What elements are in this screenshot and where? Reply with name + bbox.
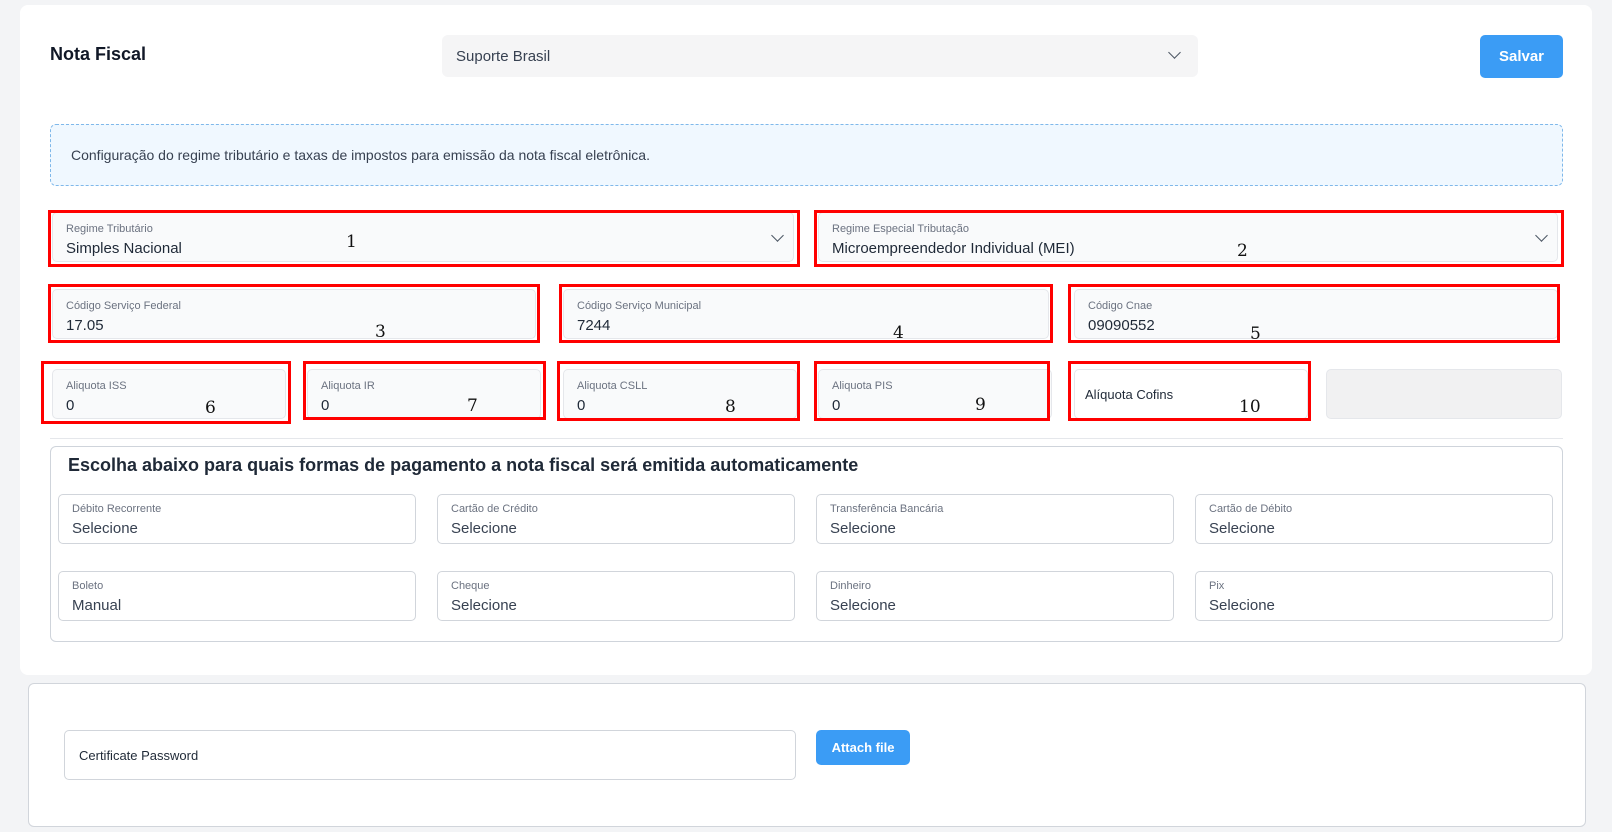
regime-especial-select[interactable]: Regime Especial Tributação Microempreend… [818,212,1558,262]
regime-especial-label: Regime Especial Tributação [832,223,969,235]
codigo-servico-municipal-label: Código Serviço Municipal [577,300,702,312]
payment-label: Cartão de Débito [1209,503,1293,515]
annotation-number-4: 4 [893,323,904,343]
cheque-select[interactable]: Cheque Selecione [437,571,795,621]
payment-value: Selecione [451,597,517,614]
annotation-number-2: 2 [1237,241,1248,261]
payment-section-title: Escolha abaixo para quais formas de paga… [68,455,859,475]
aliquota-csll-input[interactable]: Aliquota CSLL 0 [563,369,797,419]
aliquota-iss-label: Aliquota ISS [66,380,127,392]
chevron-down-icon [771,229,784,242]
company-select[interactable]: Suporte Brasil [442,35,1198,77]
payment-label: Débito Recorrente [72,503,162,515]
payment-value: Selecione [1209,520,1275,537]
transferencia-bancaria-select[interactable]: Transferência Bancária Selecione [816,494,1174,544]
payment-label: Dinheiro [830,580,871,592]
aliquota-pis-label: Aliquota PIS [832,380,893,392]
codigo-servico-municipal-value: 7244 [577,317,611,334]
aliquota-iss-input[interactable]: Aliquota ISS 0 [52,369,286,419]
payment-value: Selecione [830,520,896,537]
aliquota-pis-value: 0 [832,397,841,414]
regime-tributario-value: Simples Nacional [66,240,182,257]
annotation-number-7: 7 [467,396,478,416]
regime-tributario-select[interactable]: Regime Tributário Simples Nacional [52,212,794,262]
payment-value: Selecione [451,520,517,537]
pix-select[interactable]: Pix Selecione [1195,571,1553,621]
annotation-number-5: 5 [1250,324,1261,344]
save-button[interactable]: Salvar [1480,35,1563,78]
certificate-password-input[interactable]: Certificate Password [64,730,796,780]
codigo-cnae-value: 09090552 [1088,317,1155,334]
aliquota-ir-value: 0 [321,397,330,414]
annotation-number-8: 8 [725,397,736,417]
payment-label: Cartão de Crédito [451,503,538,515]
regime-tributario-label: Regime Tributário [66,223,153,235]
disabled-field [1326,369,1562,419]
aliquota-cofins-input[interactable]: Alíquota Cofins [1074,369,1308,419]
aliquota-csll-label: Aliquota CSLL [577,380,648,392]
codigo-cnae-input[interactable]: Código Cnae 09090552 [1074,289,1558,339]
chevron-down-icon [1168,46,1181,59]
codigo-servico-federal-label: Código Serviço Federal [66,300,181,312]
annotation-number-1: 1 [346,232,357,252]
attach-file-button[interactable]: Attach file [816,730,910,765]
payment-label: Boleto [72,580,104,592]
debito-recorrente-select[interactable]: Débito Recorrente Selecione [58,494,416,544]
payment-value: Selecione [1209,597,1275,614]
payment-value: Selecione [72,520,138,537]
page-title: Nota Fiscal [50,44,147,64]
cartao-debito-select[interactable]: Cartão de Débito Selecione [1195,494,1553,544]
company-select-value: Suporte Brasil [456,48,551,65]
aliquota-cofins-placeholder: Alíquota Cofins [1085,387,1174,402]
payment-label: Cheque [451,580,490,592]
aliquota-pis-input[interactable]: Aliquota PIS 0 [818,369,1052,419]
aliquota-ir-label: Aliquota IR [321,380,375,392]
regime-especial-value: Microempreendedor Individual (MEI) [832,240,1075,257]
payment-label: Transferência Bancária [830,503,944,515]
dinheiro-select[interactable]: Dinheiro Selecione [816,571,1174,621]
annotation-number-10: 10 [1239,397,1261,417]
cartao-credito-select[interactable]: Cartão de Crédito Selecione [437,494,795,544]
codigo-servico-federal-value: 17.05 [66,317,104,334]
payment-label: Pix [1209,580,1225,592]
codigo-servico-federal-input[interactable]: Código Serviço Federal 17.05 [52,289,536,339]
aliquota-iss-value: 0 [66,397,75,414]
annotation-number-9: 9 [975,395,986,415]
divider [50,438,1563,439]
payment-value: Manual [72,597,122,614]
aliquota-ir-input[interactable]: Aliquota IR 0 [307,369,541,419]
annotation-number-6: 6 [205,398,216,418]
info-banner: Configuração do regime tributário e taxa… [50,124,1563,186]
codigo-servico-municipal-input[interactable]: Código Serviço Municipal 7244 [563,289,1049,339]
chevron-down-icon [1535,229,1548,242]
payment-value: Selecione [830,597,896,614]
boleto-select[interactable]: Boleto Manual [58,571,416,621]
aliquota-csll-value: 0 [577,397,586,414]
codigo-cnae-label: Código Cnae [1088,300,1153,312]
annotation-number-3: 3 [375,322,386,342]
